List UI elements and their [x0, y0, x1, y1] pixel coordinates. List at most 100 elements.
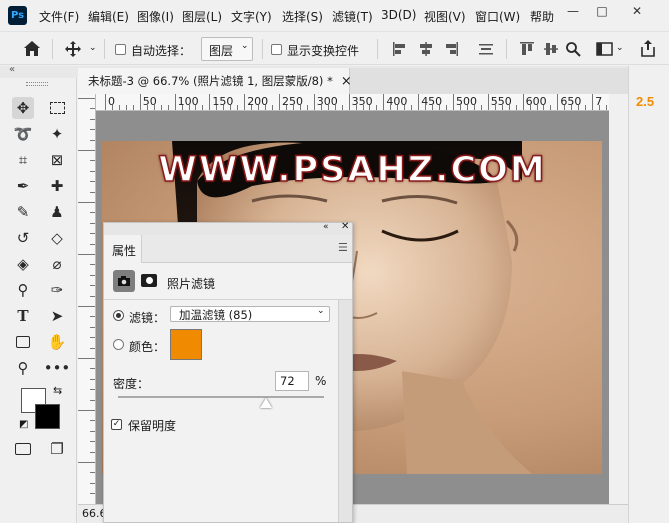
properties-panel-header[interactable]: « ✕	[104, 221, 352, 235]
lasso-tool-icon[interactable]: ➰	[12, 123, 34, 145]
align-top-icon[interactable]	[519, 41, 535, 57]
filter-radio[interactable]	[113, 310, 124, 321]
density-slider-thumb[interactable]	[260, 398, 273, 408]
move-tool-icon[interactable]: ✥	[12, 97, 34, 119]
ruler-tick	[167, 105, 169, 110]
align-right-icon[interactable]	[443, 41, 459, 57]
home-icon[interactable]	[23, 40, 41, 57]
ruler-tick	[78, 462, 95, 463]
menu-edit[interactable]: 编辑(E)	[88, 8, 129, 25]
hand-tool-icon[interactable]: ✋	[46, 331, 68, 353]
menu-3d[interactable]: 3D(D)	[381, 8, 416, 22]
properties-tab-row: 属性 ☰	[104, 235, 352, 263]
align-center-icon[interactable]	[418, 41, 434, 57]
ruler-tick	[453, 94, 454, 110]
zoom-tool-icon[interactable]: ⚲	[12, 357, 34, 379]
workspace-layout-icon[interactable]	[596, 41, 613, 57]
distribute-horizontal-icon[interactable]	[478, 41, 494, 57]
ruler-tick	[105, 94, 106, 110]
collapse-panel-icon[interactable]: «	[323, 222, 329, 232]
show-transform-checkbox[interactable]	[271, 44, 282, 55]
type-tool-icon[interactable]: T	[12, 305, 34, 327]
close-panel-icon[interactable]: ✕	[341, 221, 349, 232]
document-tab[interactable]: 未标题-3 @ 66.7% (照片滤镜 1, 图层蒙版/8) * ×	[78, 68, 352, 94]
menu-layer[interactable]: 图层(L)	[182, 8, 222, 25]
chevron-down-icon[interactable]: ⌄	[616, 43, 624, 53]
share-icon[interactable]	[640, 39, 656, 57]
ruler-tick	[118, 105, 120, 110]
screen-mode-icon[interactable]: ❐	[46, 438, 68, 460]
menu-filter[interactable]: 滤镜(T)	[332, 8, 373, 25]
tab-properties[interactable]: 属性	[104, 235, 142, 263]
ruler-tick	[592, 94, 594, 110]
menu-image[interactable]: 图像(I)	[137, 8, 174, 25]
maximize-button[interactable]: □	[587, 0, 617, 22]
ruler-tick	[78, 98, 95, 99]
ruler-label: 100	[177, 95, 199, 108]
density-unit: %	[315, 374, 327, 388]
healing-brush-icon[interactable]: ✚	[46, 175, 68, 197]
menu-help[interactable]: 帮助	[530, 8, 554, 25]
preserve-luminosity-checkbox[interactable]: ✓	[111, 419, 122, 430]
layer-mask-icon[interactable]	[141, 274, 157, 287]
menu-type[interactable]: 文字(Y)	[231, 8, 272, 25]
more-tools-icon[interactable]: •••	[44, 357, 71, 379]
ruler-tick	[78, 306, 95, 307]
auto-select-checkbox[interactable]	[115, 44, 126, 55]
ruler-tick	[78, 410, 95, 411]
move-tool-icon[interactable]	[64, 40, 82, 58]
panel-scrollbar[interactable]	[338, 300, 352, 522]
clone-stamp-icon[interactable]: ♟	[46, 201, 68, 223]
menu-window[interactable]: 窗口(W)	[475, 8, 520, 25]
align-left-icon[interactable]	[392, 41, 408, 57]
collapse-left-icon[interactable]: «	[9, 64, 15, 75]
ruler-tick	[139, 94, 141, 110]
rectangle-tool-icon[interactable]	[12, 331, 34, 353]
ruler-label: 600	[525, 95, 547, 108]
path-select-icon[interactable]: ➤	[46, 305, 68, 327]
layer-select-dropdown[interactable]: 图层 ⌄	[201, 37, 253, 61]
paint-bucket-icon[interactable]: ◈	[12, 253, 34, 275]
quick-mask-icon[interactable]	[12, 438, 34, 460]
chevron-down-icon[interactable]: ⌄	[89, 43, 97, 53]
ruler-tick	[244, 94, 246, 110]
ruler-tick	[132, 105, 134, 110]
marquee-tool-icon[interactable]	[46, 97, 68, 119]
search-icon[interactable]	[565, 41, 581, 57]
menu-view[interactable]: 视图(V)	[424, 8, 466, 25]
menu-file[interactable]: 文件(F)	[39, 8, 79, 25]
pen-tool-icon[interactable]: ✑	[46, 279, 68, 301]
adjustment-camera-icon[interactable]	[113, 270, 135, 292]
ruler-label: 550	[490, 95, 512, 108]
eraser-icon[interactable]: ◇	[46, 227, 68, 249]
crop-tool-icon[interactable]: ⌗	[12, 149, 34, 171]
history-brush-icon[interactable]: ↺	[12, 227, 34, 249]
panel-menu-icon[interactable]: ☰	[338, 241, 348, 254]
close-window-button[interactable]: ✕	[622, 0, 652, 22]
ruler-tick	[418, 94, 420, 110]
background-color-swatch[interactable]	[35, 404, 60, 429]
filter-dropdown[interactable]: 加温滤镜 (85) ⌄	[170, 306, 330, 322]
brush-tool-icon[interactable]: ✎	[12, 201, 34, 223]
menu-select[interactable]: 选择(S)	[282, 8, 323, 25]
align-middle-icon[interactable]	[543, 41, 559, 57]
close-tab-icon[interactable]: ×	[341, 74, 352, 89]
blur-tool-icon[interactable]: ⌀	[46, 253, 68, 275]
minimize-button[interactable]: —	[558, 0, 588, 22]
density-input[interactable]: 72	[275, 371, 309, 391]
color-radio[interactable]	[113, 339, 124, 350]
swap-colors-icon[interactable]: ⇆	[53, 384, 62, 397]
frame-tool-icon[interactable]: ⊠	[46, 149, 68, 171]
density-slider-track[interactable]	[118, 396, 324, 398]
filter-color-swatch[interactable]	[170, 329, 202, 360]
ruler-label: 150	[212, 95, 234, 108]
ruler-horizontal: 0 50 100 150 200 250 300 350 400 450 500 550 600 650 7	[96, 94, 609, 111]
toolbox: ✥ ➰ ✦ ⌗ ⊠ ✒ ✚ ✎ ♟ ↺ ◇ ◈ ⌀ ⚲ ✑ T ➤ ✋ ⚲ ••…	[0, 78, 77, 523]
eyedropper-icon[interactable]: ✒	[12, 175, 34, 197]
default-colors-icon[interactable]: ◩	[19, 419, 28, 430]
dodge-tool-icon[interactable]: ⚲	[12, 279, 34, 301]
ruler-tick	[411, 105, 413, 110]
ruler-tick	[78, 150, 95, 151]
chevron-down-icon: ⌄	[241, 41, 249, 51]
magic-wand-icon[interactable]: ✦	[46, 123, 68, 145]
